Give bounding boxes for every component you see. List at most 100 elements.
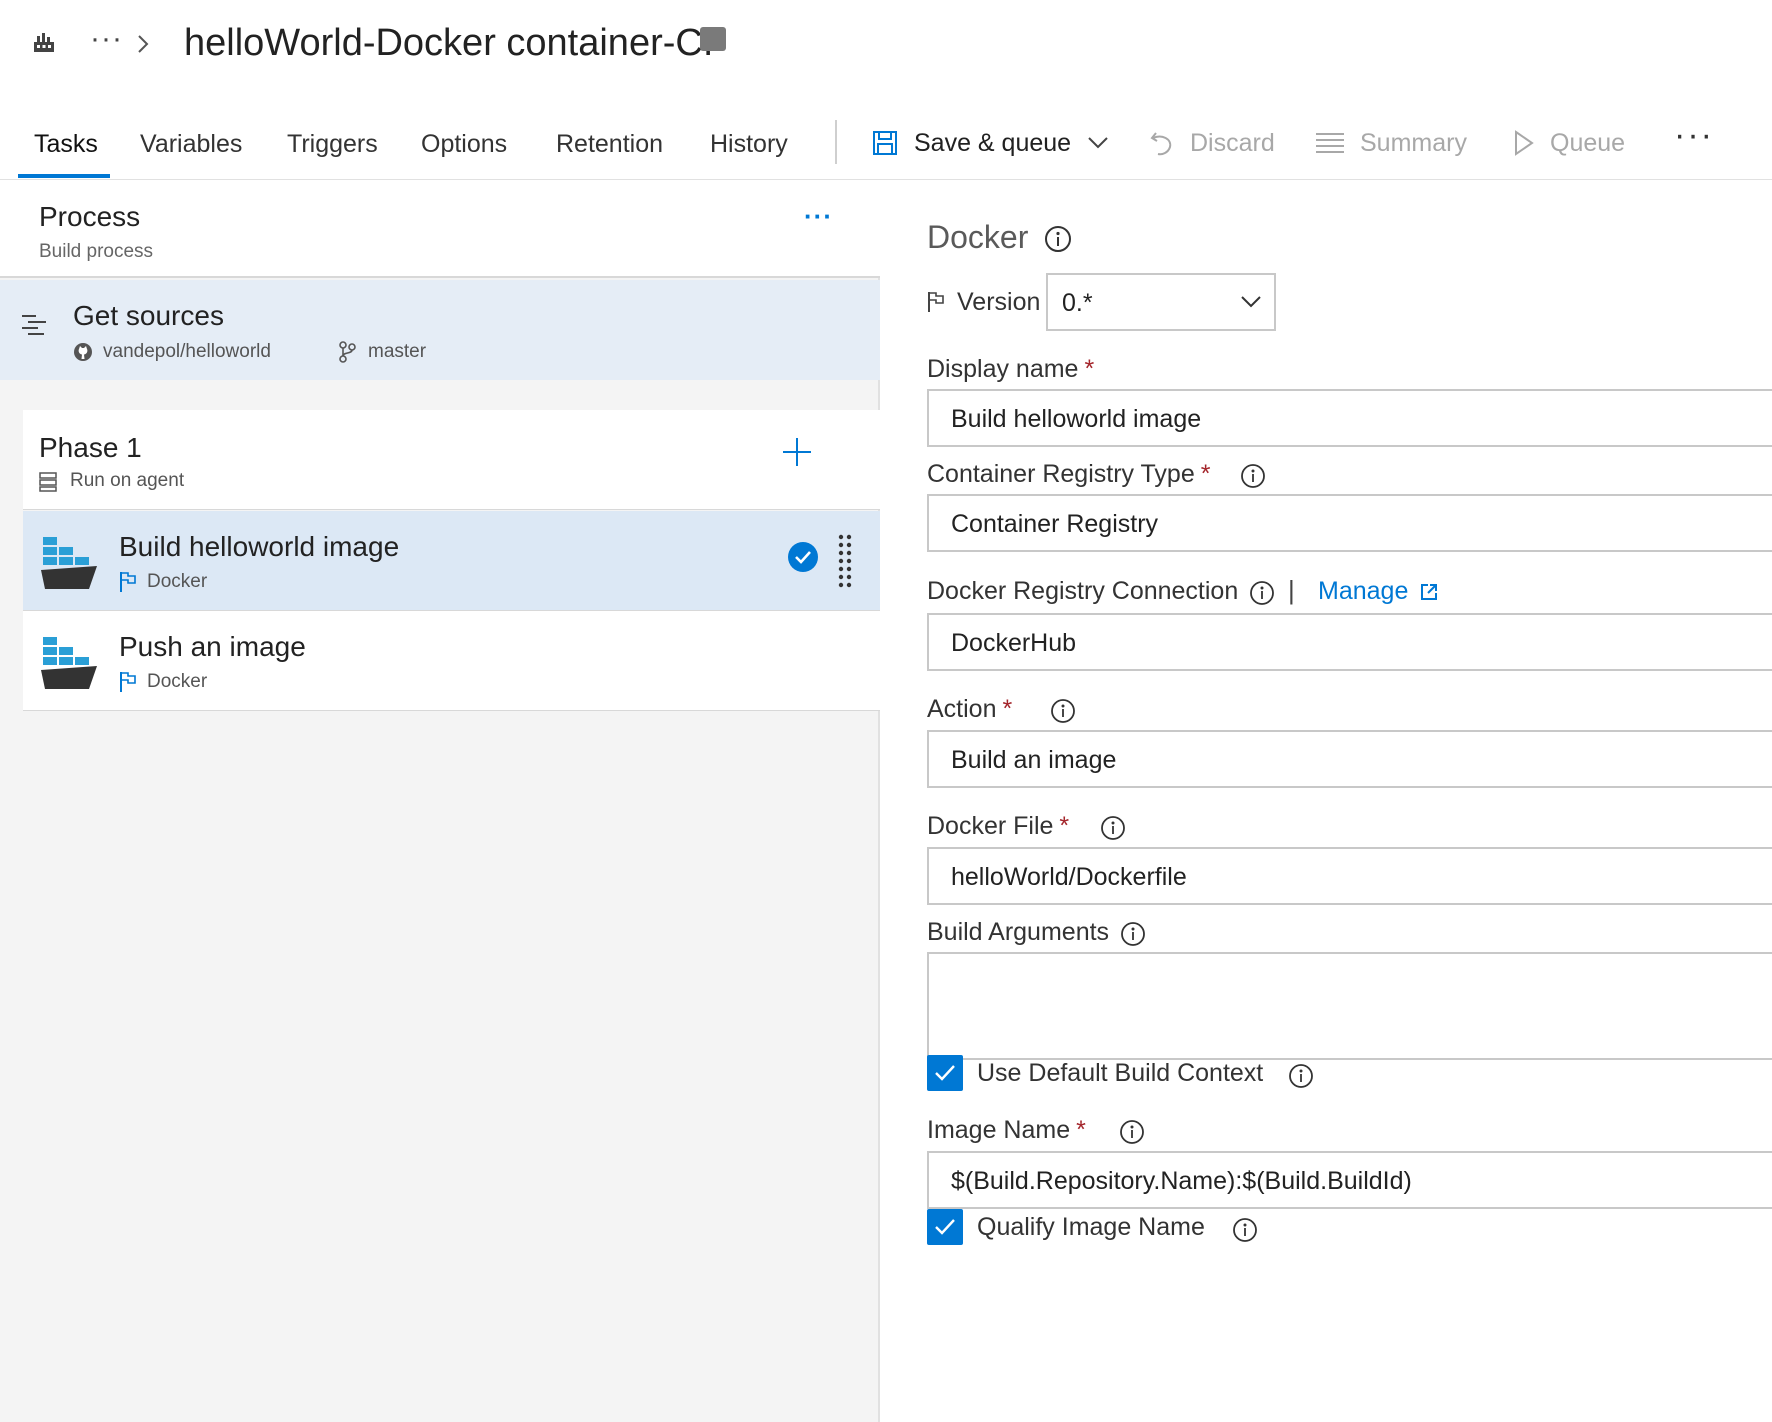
tab-variables[interactable]: Variables [140, 130, 242, 159]
repository-name: vandepol/helloworld [103, 341, 271, 362]
tab-options[interactable]: Options [421, 130, 507, 159]
sources-icon [22, 315, 46, 335]
build-pipeline-icon[interactable] [32, 30, 56, 54]
summary-label: Summary [1360, 128, 1467, 157]
registry-connection-label: Docker Registry Connection [927, 577, 1239, 605]
build-arguments-label: Build Arguments [927, 918, 1110, 946]
page-title: helloWorld-Docker container-CI [184, 22, 714, 64]
tab-bar: Tasks Variables Triggers Options Retenti… [0, 100, 1772, 180]
queue-label: Queue [1550, 128, 1626, 157]
task-title: Push an image [119, 631, 306, 662]
display-name-label: Display name * [927, 355, 1095, 383]
branch-icon [339, 341, 356, 363]
task-item-build-image[interactable]: Build helloworld image Docker [23, 511, 880, 611]
manage-link[interactable]: Manage [1318, 577, 1408, 606]
branch-name: master [368, 341, 427, 362]
default-context-checkbox[interactable] [927, 1055, 963, 1091]
chevron-down-icon [1241, 296, 1261, 308]
active-tab-indicator [18, 174, 110, 178]
more-actions-icon[interactable]: ··· [1674, 116, 1714, 155]
agent-server-icon [39, 472, 57, 492]
save-queue-label: Save & queue [914, 128, 1072, 157]
info-icon[interactable] [1232, 1217, 1258, 1243]
list-icon [1316, 133, 1344, 153]
tab-retention[interactable]: Retention [556, 130, 663, 159]
external-link-icon[interactable] [1420, 583, 1438, 601]
tab-history[interactable]: History [710, 130, 788, 159]
default-context-label: Use Default Build Context [977, 1059, 1264, 1087]
info-icon[interactable] [1100, 815, 1126, 841]
discard-label: Discard [1190, 128, 1275, 157]
image-name-label: Image Name * [927, 1116, 1086, 1144]
drag-handle-icon[interactable] [837, 533, 853, 589]
enabled-check-icon[interactable] [787, 541, 819, 573]
process-title: Process [39, 201, 141, 232]
toolbar-divider [835, 120, 837, 164]
docker-file-field[interactable]: helloWorld/Dockerfile [927, 847, 1772, 905]
version-value: 0.* [1062, 289, 1093, 317]
queue-button[interactable]: Queue [1514, 126, 1625, 160]
chevron-down-icon[interactable] [1087, 136, 1109, 150]
edit-title-icon[interactable] [700, 27, 726, 51]
github-icon [74, 343, 92, 361]
info-icon[interactable] [1288, 1063, 1314, 1089]
header-bar: ··· helloWorld-Docker container-CI [0, 0, 1772, 88]
info-icon[interactable] [1044, 225, 1072, 253]
docker-task-icon [41, 537, 97, 589]
required-marker: * [1200, 460, 1211, 488]
qualify-image-label: Qualify Image Name [977, 1213, 1205, 1241]
registry-connection-field[interactable]: DockerHub [927, 613, 1772, 671]
action-field[interactable]: Build an image [927, 730, 1772, 788]
flag-icon [928, 292, 944, 312]
qualify-image-checkbox[interactable] [927, 1209, 963, 1245]
version-select[interactable]: 0.* [1046, 273, 1276, 331]
process-subtitle: Build process [39, 241, 154, 262]
display-name-field[interactable]: Build helloworld image [927, 389, 1772, 447]
task-title: Build helloworld image [119, 531, 400, 562]
registry-type-field[interactable]: Container Registry [927, 494, 1772, 552]
phase-subtitle: Run on agent [70, 470, 185, 491]
task-list-pane: Process Build process ··· Get sources va… [0, 181, 880, 1422]
undo-icon [1150, 132, 1172, 156]
required-marker: * [1076, 1116, 1086, 1144]
tab-tasks[interactable]: Tasks [34, 130, 98, 159]
docker-file-label: Docker File * [927, 812, 1070, 840]
action-label: Action * [927, 695, 1013, 723]
get-sources-item[interactable]: Get sources vandepol/helloworld master [0, 280, 880, 380]
task-type: Docker [147, 571, 208, 592]
version-label: Version [957, 288, 1041, 316]
flag-icon [120, 572, 136, 592]
task-details-header: Docker [927, 219, 1029, 255]
save-icon [873, 131, 897, 155]
get-sources-title: Get sources [73, 300, 224, 331]
breadcrumb-ellipsis[interactable]: ··· [90, 22, 123, 56]
discard-button[interactable]: Discard [1150, 126, 1275, 160]
required-marker: * [1059, 812, 1070, 840]
task-type: Docker [147, 671, 208, 692]
task-item-push-image[interactable]: Push an image Docker [23, 611, 880, 711]
info-icon[interactable] [1119, 1119, 1145, 1145]
process-more-icon[interactable]: ··· [804, 201, 833, 232]
docker-task-icon [41, 637, 97, 689]
play-icon [1515, 130, 1534, 156]
info-icon[interactable] [1240, 463, 1266, 489]
info-icon[interactable] [1120, 921, 1146, 947]
summary-button[interactable]: Summary [1316, 126, 1467, 160]
info-icon[interactable] [1249, 580, 1275, 606]
manage-separator: | [1288, 575, 1295, 605]
registry-type-label: Container Registry Type * [927, 460, 1211, 488]
task-details-pane: Docker Version 0.* Display name * Build h… [882, 181, 1772, 1422]
process-section[interactable]: Process Build process ··· [0, 181, 880, 278]
phase-title: Phase 1 [39, 432, 142, 463]
tab-triggers[interactable]: Triggers [287, 130, 378, 159]
info-icon[interactable] [1050, 698, 1076, 724]
flag-icon [120, 672, 136, 692]
required-marker: * [1084, 355, 1095, 383]
save-queue-button[interactable]: Save & queue [872, 126, 1109, 160]
chevron-right-icon [138, 35, 149, 53]
phase-item[interactable]: Phase 1 Run on agent [23, 410, 880, 510]
build-arguments-field[interactable] [927, 952, 1772, 1060]
required-marker: * [1002, 695, 1013, 723]
image-name-field[interactable]: $(Build.Repository.Name):$(Build.BuildId… [927, 1151, 1772, 1209]
add-task-icon[interactable] [781, 436, 813, 468]
